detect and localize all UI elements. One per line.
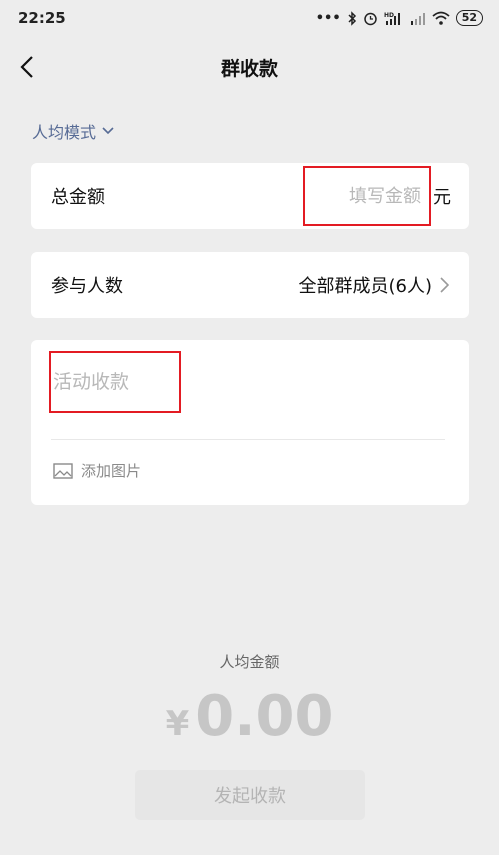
participants-label: 参与人数 <box>51 276 123 297</box>
divider <box>51 439 445 440</box>
submit-collection-button[interactable]: 发起收款 <box>135 770 365 820</box>
chevron-down-icon <box>102 127 114 135</box>
signal-icon <box>410 12 425 25</box>
svg-text:HD: HD <box>384 12 394 19</box>
participants-count: 全部群成员(6人) <box>298 276 433 297</box>
total-amount-row: 总金额 元 <box>31 163 469 229</box>
participants-row[interactable]: 参与人数 全部群成员(6人) <box>31 252 469 318</box>
image-icon <box>53 462 73 479</box>
chevron-right-icon <box>440 277 449 293</box>
status-icons: ••• HD 52 <box>316 10 483 26</box>
note-input[interactable] <box>49 351 181 413</box>
total-amount-input[interactable] <box>303 166 431 226</box>
mode-selector[interactable]: 人均模式 <box>32 118 114 144</box>
bluetooth-icon <box>348 10 356 26</box>
add-image-label: 添加图片 <box>81 462 142 480</box>
note-card: 添加图片 <box>31 340 469 505</box>
mode-label: 人均模式 <box>32 123 97 142</box>
page-title: 群收款 <box>220 57 278 80</box>
status-time: 22:25 <box>18 9 66 27</box>
total-amount-label: 总金额 <box>51 187 105 208</box>
add-image-button[interactable]: 添加图片 <box>53 460 141 481</box>
average-amount-label: 人均金额 <box>219 653 280 671</box>
back-button[interactable] <box>10 50 44 84</box>
chevron-left-icon <box>20 56 33 78</box>
wifi-icon <box>432 11 450 25</box>
participants-value: 全部群成员(6人) <box>298 272 449 298</box>
battery-indicator: 52 <box>455 10 483 26</box>
currency-unit: 元 <box>433 187 451 208</box>
more-icon: ••• <box>315 10 341 26</box>
average-amount-value: 0.00 <box>195 684 334 749</box>
average-amount: ¥ 0.00 <box>0 684 499 749</box>
currency-symbol: ¥ <box>165 704 190 744</box>
hd-signal-icon: HD <box>384 12 400 25</box>
navigation-bar: 群收款 <box>0 40 499 94</box>
status-bar: 22:25 ••• HD 52 <box>0 0 499 36</box>
alarm-icon <box>363 12 377 25</box>
